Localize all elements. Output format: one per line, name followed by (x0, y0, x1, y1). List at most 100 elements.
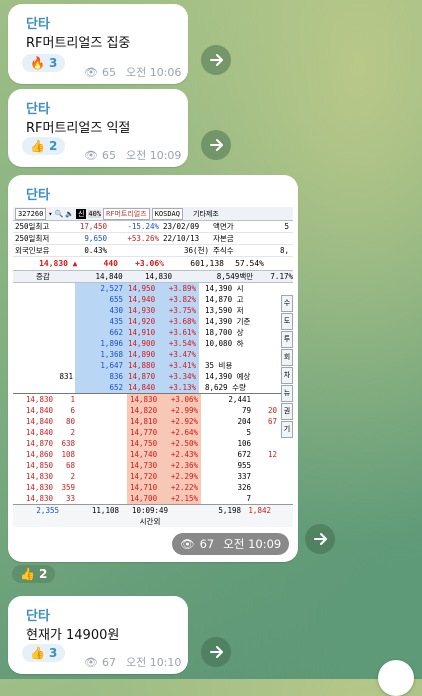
scroll-down-button[interactable] (378, 660, 414, 696)
ask-price-value: 14,840 (128, 383, 156, 392)
share-button-2[interactable] (201, 130, 231, 160)
bid-rate: +2.15% (170, 494, 198, 503)
reaction-count: 2 (38, 567, 48, 581)
message-bubble-2: 단타 RF머트리얼즈 익절 👍 2 👁 65 오전 10:09 (8, 89, 188, 167)
dropdown-icon: ▾ (48, 209, 53, 218)
trading-screenshot[interactable]: 327260 ▾ 🔍 🔈 신 40% RF머트리얼즈 KOSDAQ 기타제조 2… (13, 207, 293, 557)
bid-qty: 955 (237, 461, 251, 470)
share-button-1[interactable] (201, 45, 231, 75)
ask-orderbook: 2,527 14,950 +3.89% 14,390 시 655 14,940 +3.82%… (13, 283, 293, 393)
reaction-badge[interactable]: 👍 3 (22, 644, 66, 662)
trade-qty: 68 (65, 461, 75, 470)
market-label: KOSDAQ (151, 207, 183, 220)
ask-qty: 655 (75, 294, 125, 305)
info-row-low: 250일최저 9,650 +53.26% 22/10/13 자본금 (13, 233, 293, 245)
info-row-high: 250일최고 17,450 -15.24% 23/02/09 액면가 5 (13, 221, 293, 233)
current-price: 14,830 (39, 259, 68, 268)
sub-header: 증감 14,840 14,830 8,549백만 7.17% (13, 270, 293, 283)
trade-price: 14,830 (25, 472, 53, 481)
ask-extra: 14,390 기준 (205, 317, 251, 326)
info-value: 9,650 (84, 234, 107, 243)
side-tab[interactable]: 차 (281, 367, 293, 384)
sub-ratio: 7.17% (270, 272, 293, 281)
image-meta-overlay: 👁 67 오전 10:09 (172, 533, 290, 555)
info-rate: +53.26% (127, 234, 159, 243)
side-tab[interactable]: 뉴 (281, 385, 293, 402)
sender-name[interactable]: 단타 (26, 605, 50, 624)
ask-qty: 435 (75, 316, 125, 327)
sender-name[interactable]: 단타 (26, 98, 50, 117)
ask-rate: +3.13% (168, 383, 196, 392)
bid-qty: 5 (246, 428, 251, 437)
ask-row: 1,896 14,900 +3.54% 10,080 하 (13, 338, 293, 349)
margin-rate: 40% (88, 209, 102, 218)
reaction-badge[interactable]: 👍 2 (22, 137, 66, 155)
share-button-4[interactable] (201, 637, 231, 667)
info-spacer (109, 245, 161, 256)
bid-rate: +2.22% (170, 483, 198, 492)
ask-rate: +3.61% (168, 328, 196, 337)
side-tab[interactable]: 수 (281, 295, 293, 312)
bid-empty (77, 394, 127, 405)
ask-extra: 8,629 수량 (205, 383, 246, 392)
sender-name[interactable]: 단타 (26, 13, 50, 32)
ask-rate: +3.41% (168, 361, 196, 370)
bid-qty: 106 (237, 439, 251, 448)
reaction-badge-outside[interactable]: 👍 2 (12, 565, 56, 583)
ask-qty: 430 (75, 305, 125, 316)
trade-qty: 108 (61, 450, 75, 459)
sender-name[interactable]: 단타 (26, 184, 50, 203)
side-tab[interactable]: 기 (281, 421, 293, 438)
reaction-badge[interactable]: 🔥 3 (22, 54, 66, 72)
thumbs-up-icon: 👍 (30, 646, 45, 660)
bid-price: 14,730 +2.36% (127, 460, 201, 471)
sub-label: 증감 (35, 272, 50, 281)
side-tab[interactable]: 도 (281, 313, 293, 330)
view-count: 67 (199, 537, 215, 551)
trade-price: 14,840 (25, 428, 53, 437)
info-date: 36(천) (184, 246, 209, 255)
bid-empty (77, 471, 127, 482)
bid-price: 14,830 +3.06% (127, 394, 201, 405)
ask-price: 14,880 +3.41% (125, 360, 199, 371)
ask-left-extra (13, 338, 75, 349)
ask-row: 662 14,910 +3.61% 18,700 상 (13, 327, 293, 338)
sector-label: 기타제조 (193, 209, 219, 218)
reaction-count: 3 (48, 646, 58, 660)
bid-empty (77, 416, 127, 427)
share-button-3[interactable] (305, 524, 335, 554)
ask-price: 14,890 +3.47% (125, 349, 199, 360)
bid-price: 14,820 +2.99% (127, 405, 201, 416)
bid-price-value: 14,810 (130, 417, 158, 426)
bid-price-value: 14,830 (130, 395, 158, 404)
ask-left-extra (13, 349, 75, 360)
search-icon: 🔍 (54, 209, 64, 218)
ask-qty: 2,527 (75, 283, 125, 294)
ask-price: 14,840 +3.13% (125, 382, 199, 393)
forward-arrow-icon (210, 139, 223, 151)
bid-row: 14,830 359 14,710 +2.22% 326 (13, 482, 293, 493)
side-tab[interactable]: 권 (281, 403, 293, 420)
timestamp: 오전 10:09 (223, 537, 282, 551)
side-tab[interactable]: 회 (281, 349, 293, 366)
bid-price-value: 14,700 (130, 494, 158, 503)
message-meta: 👁 65 오전 10:06 (84, 64, 181, 80)
bid-qty: 2,441 (228, 395, 251, 404)
change-rate: +3.06% (135, 259, 164, 268)
trade-price: 14,830 (25, 494, 53, 503)
ask-price-value: 14,870 (128, 372, 156, 381)
fire-icon: 🔥 (30, 56, 45, 70)
bid-rate: +3.06% (170, 395, 198, 404)
ask-extra: 10,080 하 (205, 339, 244, 348)
side-tab[interactable]: 투 (281, 331, 293, 348)
orderbook-footer: 2,355 11,108 10:09:49 시간외 5,198 1,842 (13, 504, 293, 527)
ask-rate: +3.34% (168, 372, 196, 381)
footer-left: 2,355 (36, 506, 59, 515)
trade-price: 14,830 (25, 395, 53, 404)
ask-extra: 13,590 저 (205, 306, 244, 315)
ask-rate: +3.47% (168, 350, 196, 359)
ask-left-extra (13, 305, 75, 316)
bid-price-value: 14,750 (130, 439, 158, 448)
bid-price-value: 14,820 (130, 406, 158, 415)
trade-price: 14,840 (25, 406, 53, 415)
